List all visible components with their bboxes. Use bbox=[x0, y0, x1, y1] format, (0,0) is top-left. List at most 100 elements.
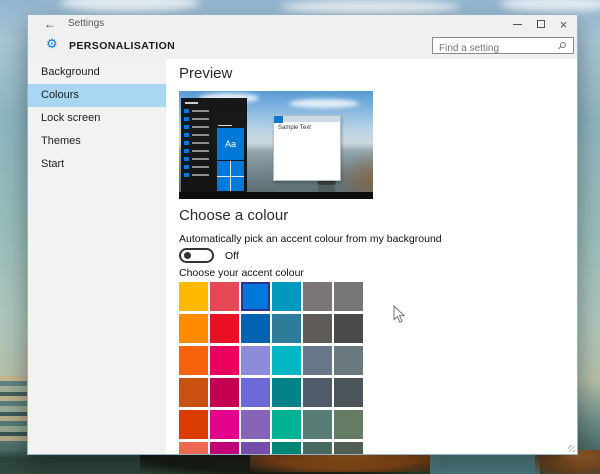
preview-menu-square bbox=[184, 141, 189, 145]
wallpaper-water bbox=[430, 452, 540, 474]
search-icon[interactable] bbox=[558, 41, 568, 51]
preview-menu-square bbox=[184, 125, 189, 129]
preview-tile bbox=[231, 161, 244, 176]
preview-start-menu-row bbox=[184, 157, 214, 161]
accent-swatch-e81123[interactable] bbox=[210, 314, 239, 343]
preview-menu-line bbox=[192, 118, 209, 120]
preview-menu-square bbox=[184, 157, 189, 161]
accent-swatch-ffb900[interactable] bbox=[179, 282, 208, 311]
accent-swatch-0063b1[interactable] bbox=[241, 314, 270, 343]
accent-swatch-69797e[interactable] bbox=[334, 346, 363, 375]
titlebar[interactable]: ← Settings × bbox=[28, 15, 577, 33]
preview-menu-line bbox=[192, 174, 209, 176]
preview-tile bbox=[217, 176, 230, 191]
sidebar-item-background[interactable]: Background bbox=[28, 61, 166, 84]
preview-menu-line bbox=[192, 158, 209, 160]
accent-swatch-8764b8[interactable] bbox=[241, 410, 270, 439]
search-input[interactable] bbox=[433, 41, 573, 56]
auto-accent-toggle-row: Off bbox=[179, 248, 239, 263]
settings-sidebar: Background Colours Lock screen Themes Start bbox=[28, 59, 166, 454]
preview-start-tiles: Aa bbox=[217, 125, 244, 192]
accent-swatch-8e8cd8[interactable] bbox=[241, 346, 270, 375]
accent-swatch-7a7574[interactable] bbox=[303, 282, 332, 311]
accent-swatch-0099bc[interactable] bbox=[272, 282, 301, 311]
preview-sample-text: Sample Text bbox=[278, 125, 311, 131]
accent-swatch-c30052[interactable] bbox=[210, 378, 239, 407]
accent-swatch-bf0077[interactable] bbox=[210, 442, 239, 454]
accent-swatch-0078d7[interactable] bbox=[241, 282, 270, 311]
preview-tile-group-line bbox=[218, 125, 232, 126]
preview-menu-square bbox=[184, 109, 189, 113]
accent-swatch-ca5010[interactable] bbox=[179, 378, 208, 407]
wallpaper-cloud bbox=[60, 0, 200, 12]
accent-swatch-4a5459[interactable] bbox=[334, 378, 363, 407]
preview-menu-line bbox=[192, 110, 209, 112]
window-controls: × bbox=[506, 16, 575, 32]
accent-swatch-2d7d9a[interactable] bbox=[272, 314, 301, 343]
preview-cloud bbox=[289, 99, 359, 108]
accent-section-label: Choose your accent colour bbox=[179, 267, 304, 279]
preview-tile bbox=[231, 176, 244, 191]
close-icon: × bbox=[559, 16, 568, 32]
accent-swatch-00b7c3[interactable] bbox=[272, 346, 301, 375]
accent-swatch-567c73[interactable] bbox=[303, 410, 332, 439]
accent-swatch-00b294[interactable] bbox=[272, 410, 301, 439]
preview-menu-line bbox=[192, 126, 209, 128]
auto-accent-toggle[interactable] bbox=[179, 248, 214, 263]
preview-start-menu-row bbox=[184, 149, 214, 153]
preview-menu-square bbox=[184, 173, 189, 177]
sidebar-item-lock-screen[interactable]: Lock screen bbox=[28, 107, 166, 130]
preview-accent-tile: Aa bbox=[217, 128, 244, 160]
back-icon[interactable]: ← bbox=[44, 16, 56, 32]
settings-window: ← Settings × ⚙ PERSONALISATION Backgroun… bbox=[27, 14, 578, 455]
accent-colour-grid bbox=[179, 282, 363, 454]
sidebar-item-themes[interactable]: Themes bbox=[28, 130, 166, 153]
page-title: PERSONALISATION bbox=[69, 40, 176, 52]
preview-tile-grid bbox=[217, 161, 244, 191]
accent-swatch-038387[interactable] bbox=[272, 378, 301, 407]
preview-menu-square bbox=[184, 149, 189, 153]
sidebar-item-colours[interactable]: Colours bbox=[28, 84, 166, 107]
accent-swatch-744da9[interactable] bbox=[241, 442, 270, 454]
accent-swatch-515c6b[interactable] bbox=[303, 378, 332, 407]
preview-menu-square bbox=[184, 165, 189, 169]
accent-swatch-f7630c[interactable] bbox=[179, 346, 208, 375]
wallpaper-rocks bbox=[250, 452, 440, 472]
accent-swatch-e3008c[interactable] bbox=[210, 410, 239, 439]
minimize-icon bbox=[513, 23, 522, 25]
resize-grip-icon[interactable] bbox=[568, 445, 575, 452]
accent-swatch-647c64[interactable] bbox=[334, 410, 363, 439]
accent-swatch-ea005e[interactable] bbox=[210, 346, 239, 375]
toggle-state-label: Off bbox=[225, 249, 239, 262]
preview-menu-square bbox=[184, 117, 189, 121]
accent-swatch-ef6950[interactable] bbox=[179, 442, 208, 454]
accent-swatch-525e54[interactable] bbox=[334, 442, 363, 454]
maximize-button[interactable] bbox=[529, 16, 552, 32]
preview-start-menu: Aa bbox=[181, 98, 247, 192]
accent-swatch-e74856[interactable] bbox=[210, 282, 239, 311]
preview-start-menu-title-line bbox=[185, 102, 198, 104]
preview-sample-titlebar bbox=[274, 116, 340, 122]
accent-swatch-5d5a58[interactable] bbox=[303, 314, 332, 343]
accent-swatch-018574[interactable] bbox=[272, 442, 301, 454]
accent-swatch-486860[interactable] bbox=[303, 442, 332, 454]
preview-menu-line bbox=[192, 166, 209, 168]
sidebar-item-start[interactable]: Start bbox=[28, 153, 166, 176]
accent-swatch-767676[interactable] bbox=[334, 282, 363, 311]
wallpaper-waves bbox=[0, 376, 27, 442]
preview-menu-line bbox=[192, 150, 209, 152]
preview-start-menu-row bbox=[184, 173, 214, 177]
accent-swatch-6b69d6[interactable] bbox=[241, 378, 270, 407]
accent-swatch-4c4a48[interactable] bbox=[334, 314, 363, 343]
preview-start-menu-row bbox=[184, 141, 214, 145]
preview-start-menu-list bbox=[184, 102, 214, 181]
preview-start-menu-row bbox=[184, 133, 214, 137]
accent-swatch-ff8c00[interactable] bbox=[179, 314, 208, 343]
close-button[interactable]: × bbox=[552, 16, 575, 32]
preview-menu-square bbox=[184, 133, 189, 137]
accent-swatch-da3b01[interactable] bbox=[179, 410, 208, 439]
minimize-button[interactable] bbox=[506, 16, 529, 32]
accent-swatch-68768a[interactable] bbox=[303, 346, 332, 375]
wallpaper-cloud bbox=[280, 0, 460, 14]
search-box[interactable] bbox=[432, 37, 574, 56]
